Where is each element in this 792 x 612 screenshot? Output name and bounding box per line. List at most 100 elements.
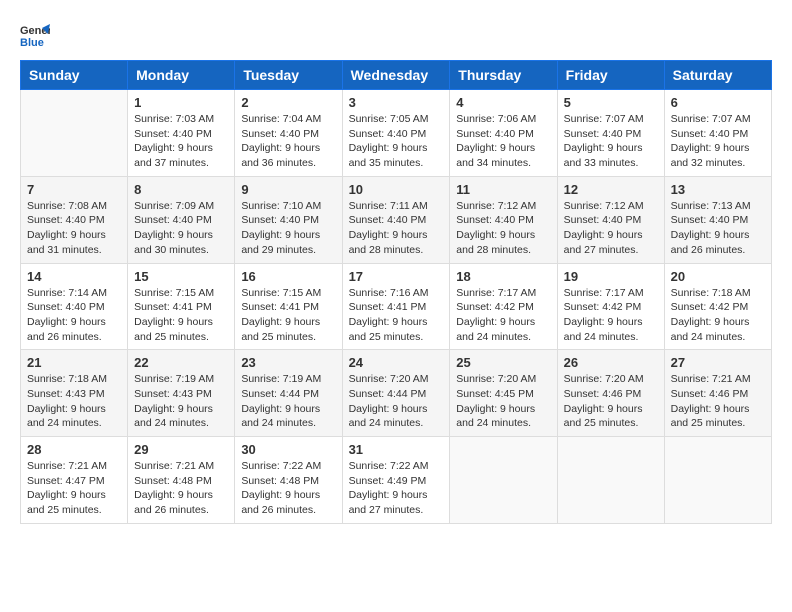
- day-number: 22: [134, 355, 228, 370]
- day-info: Sunrise: 7:12 AMSunset: 4:40 PMDaylight:…: [456, 199, 550, 258]
- day-info: Sunrise: 7:20 AMSunset: 4:44 PMDaylight:…: [349, 372, 444, 431]
- day-number: 11: [456, 182, 550, 197]
- day-info: Sunrise: 7:05 AMSunset: 4:40 PMDaylight:…: [349, 112, 444, 171]
- calendar-table: SundayMondayTuesdayWednesdayThursdayFrid…: [20, 60, 772, 524]
- calendar-day-cell: 21 Sunrise: 7:18 AMSunset: 4:43 PMDayligh…: [21, 350, 128, 437]
- day-info: Sunrise: 7:11 AMSunset: 4:40 PMDaylight:…: [349, 199, 444, 258]
- day-info: Sunrise: 7:15 AMSunset: 4:41 PMDaylight:…: [241, 286, 335, 345]
- calendar-header-row: SundayMondayTuesdayWednesdayThursdayFrid…: [21, 61, 772, 90]
- calendar-day-cell: 29 Sunrise: 7:21 AMSunset: 4:48 PMDayligh…: [128, 437, 235, 524]
- calendar-day-cell: [664, 437, 771, 524]
- day-info: Sunrise: 7:16 AMSunset: 4:41 PMDaylight:…: [349, 286, 444, 345]
- day-info: Sunrise: 7:20 AMSunset: 4:45 PMDaylight:…: [456, 372, 550, 431]
- calendar-day-cell: 11 Sunrise: 7:12 AMSunset: 4:40 PMDayligh…: [450, 176, 557, 263]
- calendar-day-cell: [450, 437, 557, 524]
- day-number: 13: [671, 182, 765, 197]
- calendar-day-cell: 26Sunrise: 7:20 AMSunset: 4:46 PMDayligh…: [557, 350, 664, 437]
- calendar-day-cell: [21, 90, 128, 177]
- day-number: 5: [564, 95, 658, 110]
- day-number: 21: [27, 355, 121, 370]
- day-info: Sunrise: 7:10 AMSunset: 4:40 PMDaylight:…: [241, 199, 335, 258]
- calendar-day-cell: 30 Sunrise: 7:22 AMSunset: 4:48 PMDayligh…: [235, 437, 342, 524]
- day-number: 30: [241, 442, 335, 457]
- calendar-day-cell: 19 Sunrise: 7:17 AMSunset: 4:42 PMDayligh…: [557, 263, 664, 350]
- day-number: 9: [241, 182, 335, 197]
- day-info: Sunrise: 7:14 AMSunset: 4:40 PMDaylight:…: [27, 286, 121, 345]
- svg-text:Blue: Blue: [20, 37, 44, 49]
- day-info: Sunrise: 7:07 AMSunset: 4:40 PMDaylight:…: [671, 112, 765, 171]
- calendar-day-cell: 31 Sunrise: 7:22 AMSunset: 4:49 PMDayligh…: [342, 437, 450, 524]
- day-number: 16: [241, 269, 335, 284]
- day-info: Sunrise: 7:17 AMSunset: 4:42 PMDaylight:…: [564, 286, 658, 345]
- day-info: Sunrise: 7:18 AMSunset: 4:42 PMDaylight:…: [671, 286, 765, 345]
- day-number: 28: [27, 442, 121, 457]
- calendar-day-cell: 23 Sunrise: 7:19 AMSunset: 4:44 PMDayligh…: [235, 350, 342, 437]
- calendar-day-cell: 22Sunrise: 7:19 AMSunset: 4:43 PMDayligh…: [128, 350, 235, 437]
- column-header-saturday: Saturday: [664, 61, 771, 90]
- calendar-day-cell: 25 Sunrise: 7:20 AMSunset: 4:45 PMDayligh…: [450, 350, 557, 437]
- day-number: 19: [564, 269, 658, 284]
- day-info: Sunrise: 7:03 AMSunset: 4:40 PMDaylight:…: [134, 112, 228, 171]
- calendar-day-cell: 1 Sunrise: 7:03 AMSunset: 4:40 PMDaylight…: [128, 90, 235, 177]
- day-info: Sunrise: 7:15 AMSunset: 4:41 PMDaylight:…: [134, 286, 228, 345]
- day-info: Sunrise: 7:22 AMSunset: 4:48 PMDaylight:…: [241, 459, 335, 518]
- column-header-thursday: Thursday: [450, 61, 557, 90]
- day-number: 2: [241, 95, 335, 110]
- calendar-day-cell: [557, 437, 664, 524]
- day-info: Sunrise: 7:21 AMSunset: 4:47 PMDaylight:…: [27, 459, 121, 518]
- day-number: 4: [456, 95, 550, 110]
- day-info: Sunrise: 7:19 AMSunset: 4:44 PMDaylight:…: [241, 372, 335, 431]
- calendar-day-cell: 13 Sunrise: 7:13 AMSunset: 4:40 PMDayligh…: [664, 176, 771, 263]
- calendar-day-cell: 17 Sunrise: 7:16 AMSunset: 4:41 PMDayligh…: [342, 263, 450, 350]
- column-header-wednesday: Wednesday: [342, 61, 450, 90]
- day-info: Sunrise: 7:22 AMSunset: 4:49 PMDaylight:…: [349, 459, 444, 518]
- day-info: Sunrise: 7:07 AMSunset: 4:40 PMDaylight:…: [564, 112, 658, 171]
- calendar-day-cell: 3Sunrise: 7:05 AMSunset: 4:40 PMDaylight…: [342, 90, 450, 177]
- page-header: General Blue: [20, 20, 772, 50]
- calendar-day-cell: 12 Sunrise: 7:12 AMSunset: 4:40 PMDayligh…: [557, 176, 664, 263]
- calendar-day-cell: 16 Sunrise: 7:15 AMSunset: 4:41 PMDayligh…: [235, 263, 342, 350]
- day-number: 8: [134, 182, 228, 197]
- column-header-tuesday: Tuesday: [235, 61, 342, 90]
- day-info: Sunrise: 7:17 AMSunset: 4:42 PMDaylight:…: [456, 286, 550, 345]
- day-number: 25: [456, 355, 550, 370]
- calendar-day-cell: 27Sunrise: 7:21 AMSunset: 4:46 PMDayligh…: [664, 350, 771, 437]
- calendar-day-cell: 10 Sunrise: 7:11 AMSunset: 4:40 PMDayligh…: [342, 176, 450, 263]
- day-number: 1: [134, 95, 228, 110]
- day-info: Sunrise: 7:21 AMSunset: 4:48 PMDaylight:…: [134, 459, 228, 518]
- column-header-sunday: Sunday: [21, 61, 128, 90]
- calendar-day-cell: 7 Sunrise: 7:08 AMSunset: 4:40 PMDaylight…: [21, 176, 128, 263]
- day-number: 31: [349, 442, 444, 457]
- calendar-week-row: 14 Sunrise: 7:14 AMSunset: 4:40 PMDayligh…: [21, 263, 772, 350]
- day-info: Sunrise: 7:04 AMSunset: 4:40 PMDaylight:…: [241, 112, 335, 171]
- day-number: 7: [27, 182, 121, 197]
- day-number: 17: [349, 269, 444, 284]
- calendar-day-cell: 2 Sunrise: 7:04 AMSunset: 4:40 PMDaylight…: [235, 90, 342, 177]
- day-number: 14: [27, 269, 121, 284]
- day-number: 15: [134, 269, 228, 284]
- calendar-day-cell: 14 Sunrise: 7:14 AMSunset: 4:40 PMDayligh…: [21, 263, 128, 350]
- day-number: 29: [134, 442, 228, 457]
- day-info: Sunrise: 7:18 AMSunset: 4:43 PMDaylight:…: [27, 372, 121, 431]
- day-number: 26: [564, 355, 658, 370]
- day-number: 10: [349, 182, 444, 197]
- calendar-day-cell: 20 Sunrise: 7:18 AMSunset: 4:42 PMDayligh…: [664, 263, 771, 350]
- calendar-day-cell: 4Sunrise: 7:06 AMSunset: 4:40 PMDaylight…: [450, 90, 557, 177]
- calendar-week-row: 7 Sunrise: 7:08 AMSunset: 4:40 PMDaylight…: [21, 176, 772, 263]
- column-header-monday: Monday: [128, 61, 235, 90]
- day-info: Sunrise: 7:13 AMSunset: 4:40 PMDaylight:…: [671, 199, 765, 258]
- calendar-day-cell: 28 Sunrise: 7:21 AMSunset: 4:47 PMDayligh…: [21, 437, 128, 524]
- calendar-day-cell: 9 Sunrise: 7:10 AMSunset: 4:40 PMDaylight…: [235, 176, 342, 263]
- day-number: 12: [564, 182, 658, 197]
- day-number: 23: [241, 355, 335, 370]
- day-number: 20: [671, 269, 765, 284]
- logo: General Blue: [20, 20, 54, 50]
- day-info: Sunrise: 7:08 AMSunset: 4:40 PMDaylight:…: [27, 199, 121, 258]
- column-header-friday: Friday: [557, 61, 664, 90]
- calendar-week-row: 21 Sunrise: 7:18 AMSunset: 4:43 PMDayligh…: [21, 350, 772, 437]
- day-info: Sunrise: 7:21 AMSunset: 4:46 PMDaylight:…: [671, 372, 765, 431]
- calendar-day-cell: 24Sunrise: 7:20 AMSunset: 4:44 PMDayligh…: [342, 350, 450, 437]
- calendar-week-row: 28 Sunrise: 7:21 AMSunset: 4:47 PMDayligh…: [21, 437, 772, 524]
- day-info: Sunrise: 7:09 AMSunset: 4:40 PMDaylight:…: [134, 199, 228, 258]
- day-info: Sunrise: 7:12 AMSunset: 4:40 PMDaylight:…: [564, 199, 658, 258]
